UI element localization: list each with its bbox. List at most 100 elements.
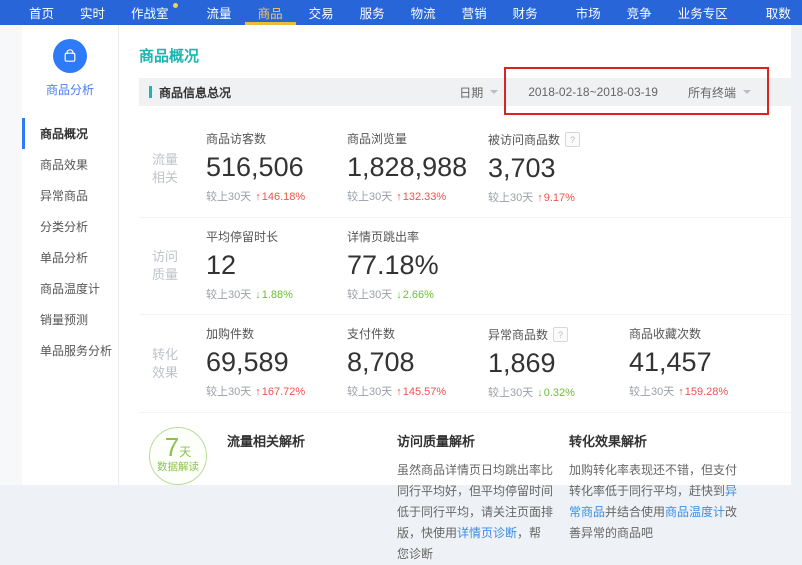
metric-item: 详情页跳出率 77.18% 较上30天↓2.66% [347,230,488,302]
nav-item-market[interactable]: 市场 [563,0,614,25]
metric-compare: 较上30天↑132.33% [347,190,488,204]
chevron-down-icon [743,90,751,98]
metric-label: 平均停留时长 [206,230,278,244]
metric-value: 3,703 [488,152,629,184]
nav-item-trade[interactable]: 交易 [296,0,347,25]
nav-item-goods[interactable]: 商品 [245,0,296,25]
trend-arrow-icon: ↓ [255,289,261,301]
sidebar-item-single-item-analysis[interactable]: 单品分析 [22,242,118,273]
sidebar-panel-title: 商品分析 [22,81,118,98]
sidebar-menu: 商品概况 商品效果 异常商品 分类分析 单品分析 商品温度计 销量预测 单品服务… [22,118,118,366]
metric-group-label: 访问质量 [139,230,206,302]
nav-item-home[interactable]: 首页 [16,0,67,25]
insight-title: 转化效果解析 [569,431,739,450]
question-mark-icon[interactable]: ? [553,327,568,342]
metrics-panel: 流量相关 商品访客数 516,506 较上30天↑146.18% 商品浏览量 1… [139,120,791,412]
metric-label: 商品收藏次数 [629,327,701,341]
sidebar-item-goods-effect[interactable]: 商品效果 [22,149,118,180]
metric-label: 异常商品数 [488,328,548,342]
sidebar-item-goods-overview[interactable]: 商品概况 [22,118,118,149]
insight-body: 虽然商品详情页日均跳出率比同行平均好，但平均停留时间低于同行平均，请关注页面排版… [397,460,553,565]
sidebar-item-goods-thermometer[interactable]: 商品温度计 [22,273,118,304]
nav-item-logistics[interactable]: 物流 [398,0,449,25]
sidebar-item-single-item-service[interactable]: 单品服务分析 [22,335,118,366]
metric-group-label: 转化效果 [139,327,206,400]
trend-arrow-icon: ↑ [396,386,402,398]
trend-arrow-icon: ↓ [537,387,543,399]
left-rail [0,25,22,485]
insight-column-conversion: 转化效果解析 加购转化率表现还不错，但支付转化率低于同行平均，赶快到异常商品并结… [569,427,739,565]
metric-value: 12 [206,249,347,281]
filter-bar: 日期 2018-02-18~2018-03-19 所有终端 [459,84,791,101]
metric-group-traffic: 流量相关 商品访客数 516,506 较上30天↑146.18% 商品浏览量 1… [139,120,791,217]
metric-value: 1,869 [488,347,629,379]
metric-label: 详情页跳出率 [347,230,419,244]
section-header: 商品信息总况 日期 2018-02-18~2018-03-19 所有终端 [139,78,791,106]
metric-group-label: 流量相关 [139,132,206,205]
nav-item-realtime[interactable]: 实时 [67,0,118,25]
metric-compare: 较上30天↑145.57% [347,385,488,399]
nav-item-marketing[interactable]: 营销 [449,0,500,25]
date-range-picker[interactable]: 2018-02-18~2018-03-19 [528,85,658,99]
metric-compare: 较上30天↓1.88% [206,288,347,302]
metric-label: 商品访客数 [206,132,266,146]
page-title: 商品概况 [139,45,791,66]
shopping-bag-icon [53,39,87,73]
top-nav: 首页 实时 作战室 流量 商品 交易 服务 物流 营销 财务 市场 竞争 业务专… [0,0,802,25]
metric-label: 支付件数 [347,327,395,341]
terminal-dropdown[interactable]: 所有终端 [688,84,751,101]
metric-item: 商品收藏次数 41,457 较上30天↑159.28% [629,327,770,400]
sidebar-item-sales-forecast[interactable]: 销量预测 [22,304,118,335]
date-type-dropdown[interactable]: 日期 [459,84,498,101]
chevron-down-icon [490,90,498,98]
sidebar-item-abnormal-goods[interactable]: 异常商品 [22,180,118,211]
insights-section: 7天 数据解读 流量相关解析 访问质量解析 虽然商品详情页日均跳出率比同行平均好… [139,412,791,565]
sidebar: 商品分析 商品概况 商品效果 异常商品 分类分析 单品分析 商品温度计 销量预测… [22,25,119,485]
goods-thermometer-link[interactable]: 商品温度计 [665,505,725,519]
date-type-label: 日期 [459,84,483,101]
metric-item: 商品访客数 516,506 较上30天↑146.18% [206,132,347,205]
metric-compare: 较上30天↑167.72% [206,385,347,399]
nav-item-data-extract[interactable]: 取数 [753,0,802,25]
insight-body: 加购转化率表现还不错，但支付转化率低于同行平均，赶快到异常商品并结合使用商品温度… [569,460,739,544]
metric-compare: 较上30天↑9.17% [488,191,629,205]
data-insight-badge: 7天 数据解读 [149,427,207,485]
trend-arrow-icon: ↑ [678,386,684,398]
trend-arrow-icon: ↑ [537,192,543,204]
metric-group-conversion: 转化效果 加购件数 69,589 较上30天↑167.72% 支付件数 8,70… [139,314,791,412]
metric-item: 支付件数 8,708 较上30天↑145.57% [347,327,488,400]
trend-arrow-icon: ↑ [396,191,402,203]
section-title: 商品信息总况 [159,84,231,101]
nav-item-traffic[interactable]: 流量 [194,0,245,25]
trend-arrow-icon: ↓ [396,289,402,301]
main-content: 商品概况 商品信息总况 日期 2018-02-18~2018-03-19 所有终… [119,25,791,485]
question-mark-icon[interactable]: ? [565,132,580,147]
insight-title: 流量相关解析 [227,431,377,450]
sidebar-item-category-analysis[interactable]: 分类分析 [22,211,118,242]
metric-value: 69,589 [206,346,347,378]
detail-page-diagnosis-link[interactable]: 详情页诊断 [457,526,517,540]
metric-compare: 较上30天↑146.18% [206,190,347,204]
metric-item: 平均停留时长 12 较上30天↓1.88% [206,230,347,302]
nav-item-war-room[interactable]: 作战室 [118,0,182,25]
nav-item-competition[interactable]: 竞争 [614,0,665,25]
nav-item-business-zone[interactable]: 业务专区 [665,0,741,25]
badge-caption: 数据解读 [150,461,206,474]
metric-item: 异常商品数? 1,869 较上30天↓0.32% [488,327,629,400]
insight-column-visit-quality: 访问质量解析 虽然商品详情页日均跳出率比同行平均好，但平均停留时间低于同行平均，… [397,427,553,565]
metric-label: 商品浏览量 [347,132,407,146]
metric-label: 加购件数 [206,327,254,341]
metric-item: 商品浏览量 1,828,988 较上30天↑132.33% [347,132,488,205]
metric-compare: 较上30天↑159.28% [629,385,770,399]
metric-value: 41,457 [629,346,770,378]
section-accent-bar [149,86,152,98]
metric-compare: 较上30天↓0.32% [488,386,629,400]
nav-item-finance[interactable]: 财务 [500,0,551,25]
trend-arrow-icon: ↑ [255,191,261,203]
metric-value: 1,828,988 [347,151,488,183]
metric-value: 516,506 [206,151,347,183]
nav-item-service[interactable]: 服务 [347,0,398,25]
metric-value: 77.18% [347,249,488,281]
insight-title: 访问质量解析 [397,431,553,450]
trend-arrow-icon: ↑ [255,386,261,398]
